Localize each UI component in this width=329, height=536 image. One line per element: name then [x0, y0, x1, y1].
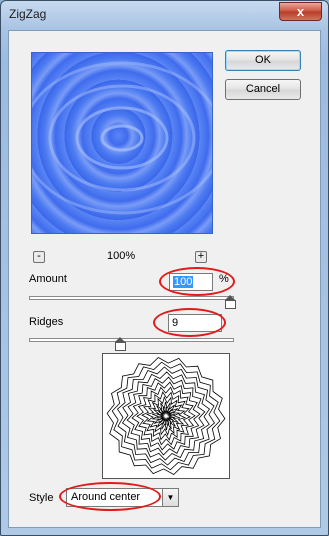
- zigzag-ring: [126, 376, 206, 456]
- zigzag-ring: [121, 371, 211, 461]
- title-bar[interactable]: ZigZag x: [1, 1, 328, 29]
- amount-label: Amount: [29, 273, 67, 285]
- style-highlight-ring: [59, 482, 161, 511]
- ridges-slider-track[interactable]: [29, 338, 234, 342]
- zigzag-dialog: ZigZag x OK Cancel - 100% + Amount 100 %…: [0, 0, 329, 536]
- preview-ripples: [32, 61, 212, 215]
- zoom-in-button[interactable]: +: [195, 251, 207, 263]
- zigzag-ring: [141, 391, 191, 441]
- close-button[interactable]: x: [279, 2, 322, 21]
- ok-button[interactable]: OK: [225, 50, 301, 71]
- dialog-client-area: OK Cancel - 100% + Amount 100 % Ridges 9…: [8, 30, 321, 528]
- style-label: Style: [29, 492, 54, 504]
- ridges-label: Ridges: [29, 316, 64, 328]
- zigzag-ring: [111, 361, 221, 471]
- ridges-highlight-ring: [153, 308, 226, 337]
- chevron-down-icon[interactable]: ▼: [162, 489, 178, 506]
- cancel-button[interactable]: Cancel: [225, 79, 301, 100]
- window-title: ZigZag: [9, 7, 47, 21]
- amount-highlight-ring: [159, 267, 235, 296]
- zigzag-ring: [106, 357, 226, 475]
- zoom-out-button[interactable]: -: [33, 251, 45, 263]
- zoom-level: 100%: [107, 250, 136, 262]
- filter-preview[interactable]: [31, 52, 213, 234]
- zigzag-style-diagram: [102, 353, 230, 479]
- amount-slider-track[interactable]: [29, 296, 234, 300]
- zigzag-spiral-drawing: [106, 357, 226, 475]
